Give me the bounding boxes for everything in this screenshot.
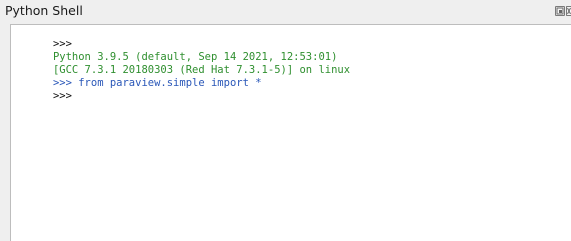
float-icon bbox=[556, 7, 564, 15]
float-button[interactable] bbox=[555, 6, 565, 16]
command-text: from paraview.simple import * bbox=[78, 77, 262, 89]
python-shell-panel: Python Shell >>> Python 3.9.5 (default, … bbox=[0, 0, 571, 241]
close-icon bbox=[567, 7, 571, 15]
close-button[interactable] bbox=[566, 6, 571, 16]
title-bar: Python Shell bbox=[0, 0, 571, 24]
console-line-current-prompt: >>> bbox=[15, 80, 72, 113]
panel-title: Python Shell bbox=[5, 3, 83, 18]
python-console-output[interactable]: >>> Python 3.9.5 (default, Sep 14 2021, … bbox=[10, 24, 571, 241]
current-prompt-text: >>> bbox=[52, 90, 72, 102]
